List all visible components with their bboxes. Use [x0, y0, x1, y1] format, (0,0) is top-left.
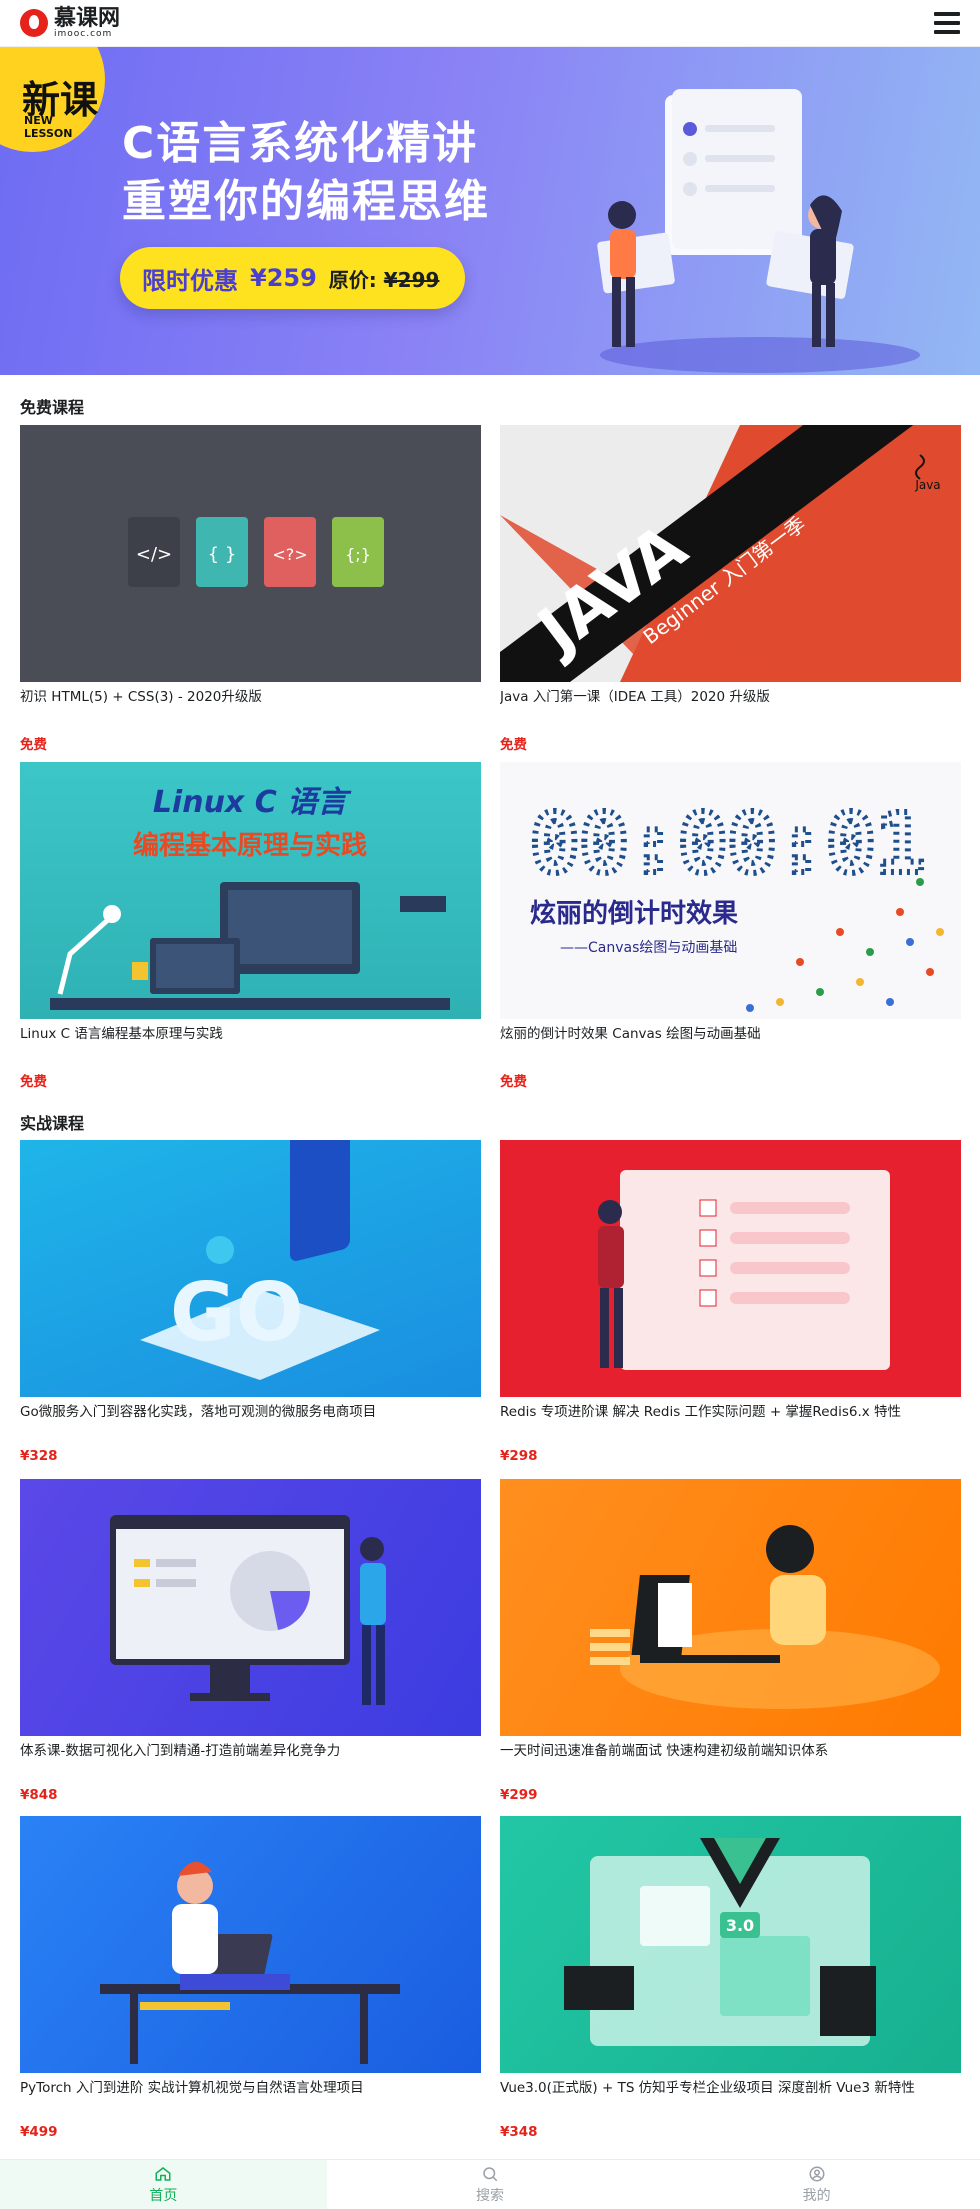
course-price: ¥499	[20, 2124, 58, 2140]
redis-art	[598, 1170, 890, 1370]
linux-sub: 编程基本原理与实践	[133, 830, 367, 861]
new-lesson-badge: 新课 NEW LESSON	[0, 47, 105, 152]
original-price: 原价: ¥299	[329, 264, 440, 293]
course-price: ¥299	[500, 1787, 538, 1803]
logo-text-group: 慕课网 imooc.com	[54, 5, 121, 39]
flame-logo-icon	[20, 9, 48, 37]
banner-title-line2: 重塑你的编程思维	[122, 176, 490, 227]
home-icon	[155, 2166, 171, 2181]
java-art: JAVA Beginner 入门第一季 Java	[500, 425, 961, 682]
tab-profile[interactable]: 我的	[653, 2160, 980, 2209]
course-thumbnail-frontend-interview	[500, 1479, 961, 1736]
course-price: 免费	[20, 737, 47, 753]
search-icon	[483, 2166, 498, 2181]
canvas-art: 00:00:01 炫丽的倒计时效果 ——Canvas绘图与动画基础	[527, 794, 944, 1012]
tab-profile-label: 我的	[802, 2187, 831, 2204]
course-price: 免费	[20, 1074, 47, 1090]
course-price: ¥848	[20, 1787, 58, 1803]
java-logo-text: Java	[914, 478, 940, 492]
canvas-title: 炫丽的倒计时效果	[530, 898, 738, 929]
course-thumbnail-go: GO	[20, 1140, 481, 1397]
banner-illustration	[597, 89, 920, 373]
course-thumbnail-pytorch	[20, 1816, 481, 2073]
pytorch-art	[100, 1861, 400, 2064]
course-title: Vue3.0(正式版) + TS 仿知乎专栏企业级项目 深度剖析 Vue3 新特…	[500, 2080, 915, 2096]
tab-search-label: 搜索	[476, 2187, 504, 2204]
course-thumbnail-redis	[500, 1140, 961, 1397]
tab-home-label: 首页	[149, 2187, 178, 2204]
html-css-art: </> { } <?> {;}	[128, 517, 384, 587]
svg-text:{ }: { }	[208, 544, 237, 565]
clock-digits: 00:00:01	[530, 797, 925, 892]
course-price: 免费	[500, 1074, 527, 1090]
tab-home[interactable]: 首页	[0, 2160, 327, 2209]
bottom-tab-bar: 首页 搜索 我的	[0, 2159, 980, 2209]
promo-price: ¥259	[250, 264, 317, 292]
course-title: Redis 专项进阶课 解决 Redis 工作实际问题 + 掌握Redis6.x…	[500, 1404, 902, 1420]
go-text: GO	[170, 1266, 304, 1359]
course-price: ¥298	[500, 1448, 538, 1464]
paid-courses-heading: 实战课程	[20, 1114, 85, 1133]
top-bar: 慕课网 imooc.com	[0, 0, 980, 47]
promo-pill: 限时优惠 ¥259 原价: ¥299	[120, 247, 465, 309]
logo-subtext: imooc.com	[54, 28, 113, 39]
menu-bar	[934, 30, 960, 34]
course-title: 初识 HTML(5) + CSS(3) - 2020升级版	[20, 689, 262, 705]
course-thumbnail-vue3: 3.0	[500, 1816, 961, 2073]
course-title: Linux C 语言编程基本原理与实践	[20, 1026, 223, 1042]
menu-bar	[934, 21, 960, 25]
interview-art	[590, 1525, 940, 1709]
course-thumbnail-canvas: 00:00:01 炫丽的倒计时效果 ——Canvas绘图与动画基础	[500, 762, 961, 1019]
course-title: Java 入门第一课（IDEA 工具）2020 升级版	[500, 689, 770, 705]
tab-search[interactable]: 搜索	[327, 2160, 654, 2209]
course-thumbnail-html-css: </> { } <?> {;}	[20, 425, 481, 682]
logo-text: 慕课网	[54, 5, 121, 31]
promo-banner[interactable]: 新课 NEW LESSON C语言系统化精讲 重塑你的编程思维 限时优惠 ¥25…	[0, 47, 980, 375]
course-title: PyTorch 入门到进阶 实战计算机视觉与自然语言处理项目	[20, 2080, 364, 2096]
svg-text:{;}: {;}	[345, 545, 371, 564]
banner-title-line1: C语言系统化精讲	[122, 118, 479, 169]
canvas-sub: ——Canvas绘图与动画基础	[560, 939, 737, 956]
course-thumbnail-linux-c: Linux C 语言 编程基本原理与实践	[20, 762, 481, 1019]
course-price: ¥328	[20, 1448, 58, 1464]
course-price: 免费	[500, 737, 527, 753]
data-viz-art	[110, 1515, 386, 1705]
vue-version: 3.0	[726, 1916, 754, 1935]
badge-subtitle: NEW LESSON	[24, 114, 73, 140]
go-art: GO	[140, 1140, 380, 1380]
course-title: 炫丽的倒计时效果 Canvas 绘图与动画基础	[500, 1026, 761, 1042]
original-price-label: 原价:	[328, 267, 377, 292]
promo-label: 限时优惠	[142, 266, 238, 295]
hamburger-menu-icon[interactable]	[934, 12, 960, 34]
vue3-art: 3.0	[564, 1838, 876, 2046]
imooc-logo[interactable]: 慕课网 imooc.com	[20, 5, 121, 39]
course-thumbnail-java: JAVA Beginner 入门第一季 Java	[500, 425, 961, 682]
course-title: 体系课-数据可视化入门到精通-打造前端差异化竞争力	[20, 1743, 341, 1759]
linux-c-art: Linux C 语言 编程基本原理与实践	[50, 785, 450, 1010]
free-courses-heading: 免费课程	[20, 398, 85, 417]
svg-text:</>: </>	[136, 544, 172, 565]
course-title: Go微服务入门到容器化实践，落地可观测的微服务电商项目	[20, 1404, 377, 1420]
linux-title: Linux C 语言	[153, 785, 352, 820]
original-price-value: ¥299	[383, 267, 440, 292]
menu-bar	[934, 12, 960, 16]
user-icon	[809, 2166, 825, 2181]
course-thumbnail-data-viz	[20, 1479, 481, 1736]
svg-text:<?>: <?>	[272, 545, 307, 564]
course-title: 一天时间迅速准备前端面试 快速构建初级前端知识体系	[500, 1743, 829, 1759]
course-price: ¥348	[500, 2124, 538, 2140]
